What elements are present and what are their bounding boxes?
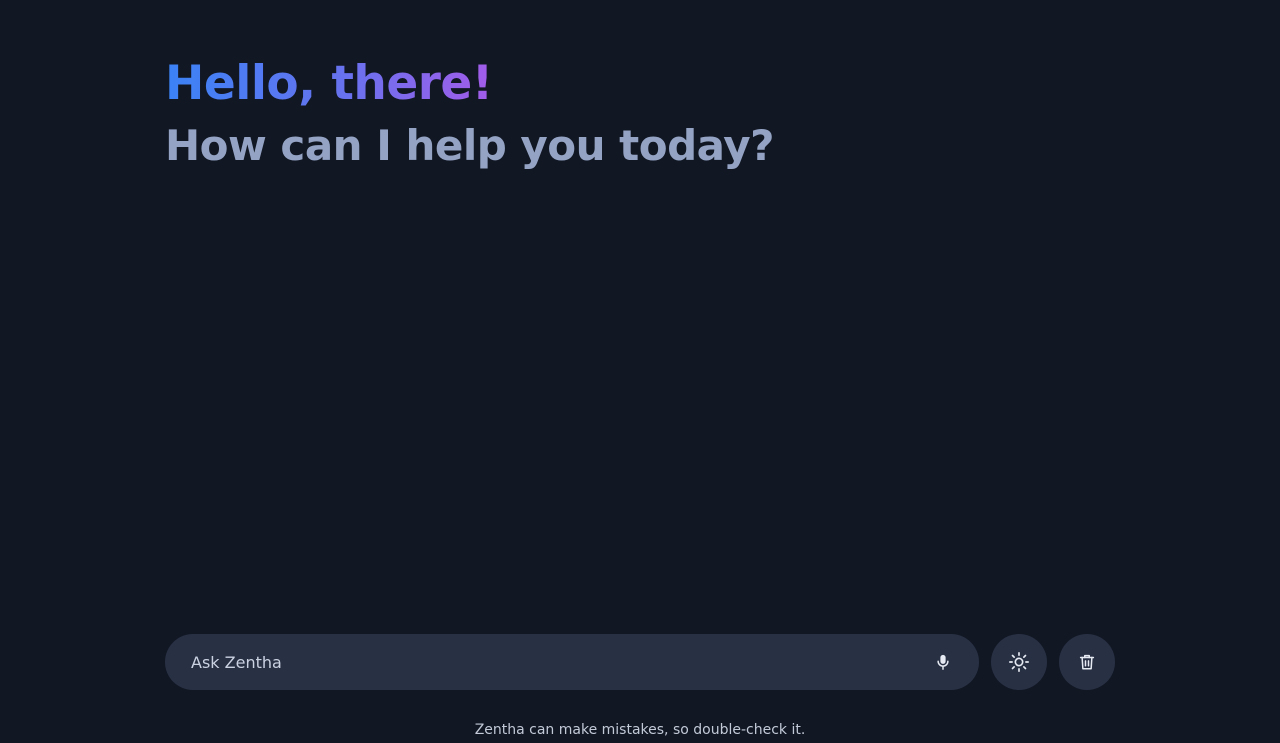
disclaimer-text: Zentha can make mistakes, so double-chec… [474,722,806,738]
voice-input-button[interactable] [929,648,957,676]
theme-toggle-button[interactable] [991,634,1047,690]
welcome-header: Hello, there! How can I help you today? [165,52,1115,176]
delete-chats-button[interactable] [1059,634,1115,690]
prompt-box [165,633,979,691]
sun-icon [1009,652,1029,672]
prompt-bar [165,633,1115,691]
prompt-input[interactable] [189,633,929,691]
greeting-title: Hello, there! [165,52,493,116]
microphone-icon [937,654,949,670]
trash-icon [1079,654,1095,670]
greeting-subtitle: How can I help you today? [165,121,774,170]
